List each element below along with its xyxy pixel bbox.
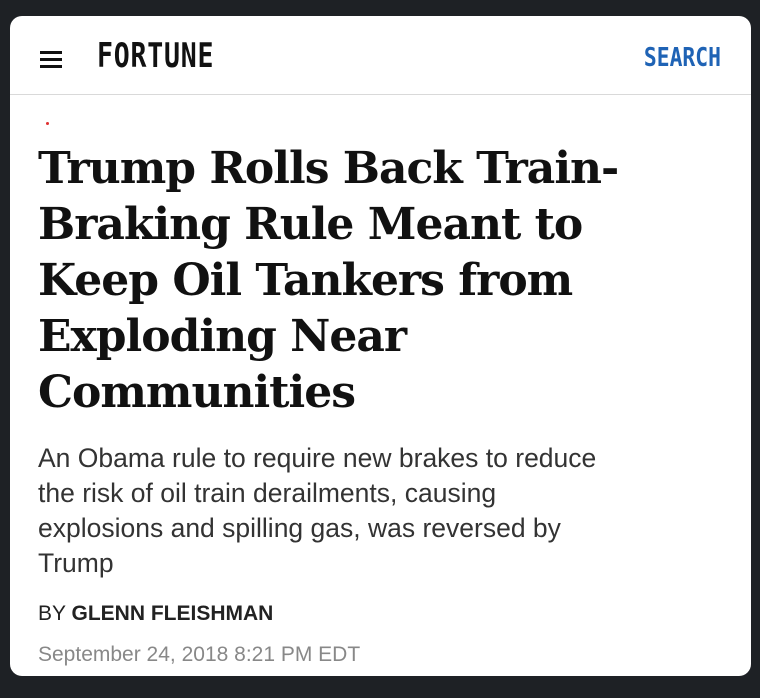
dek-line: the risk of oil train derailments, causi… — [38, 478, 497, 508]
headline-line: Keep Oil Tankers from — [38, 255, 573, 306]
menu-icon-bar — [40, 58, 62, 61]
article-dek: An Obama rule to require new brakes to r… — [38, 441, 728, 581]
menu-icon-bar — [40, 65, 62, 68]
accent-dot — [46, 122, 49, 125]
author-link[interactable]: GLENN FLEISHMAN — [71, 602, 273, 625]
headline-line: Braking Rule Meant to — [38, 199, 583, 250]
menu-icon-bar — [40, 51, 62, 54]
headline-line: Trump Rolls Back Train- — [38, 143, 619, 194]
dek-line: An Obama rule to require new brakes to r… — [38, 443, 597, 473]
dek-line: explosions and spilling gas, was reverse… — [38, 513, 561, 543]
dek-line: Trump — [38, 548, 114, 578]
hamburger-menu-icon[interactable] — [40, 51, 62, 68]
article-card: FORTUNE SEARCH Trump Rolls Back Train- Br… — [10, 16, 751, 676]
headline-line: Communities — [38, 367, 356, 418]
article-headline: Trump Rolls Back Train- Braking Rule Mean… — [38, 141, 728, 421]
fortune-logo[interactable]: FORTUNE — [97, 36, 214, 76]
byline: BY GLENN FLEISHMAN — [38, 602, 273, 626]
publish-timestamp: September 24, 2018 8:21 PM EDT — [38, 643, 361, 666]
headline-line: Exploding Near — [38, 311, 407, 362]
byline-prefix: BY — [38, 602, 66, 625]
site-header: FORTUNE SEARCH — [10, 16, 751, 95]
search-link[interactable]: SEARCH — [644, 43, 721, 73]
screenshot-frame: FORTUNE SEARCH Trump Rolls Back Train- Br… — [0, 0, 760, 698]
